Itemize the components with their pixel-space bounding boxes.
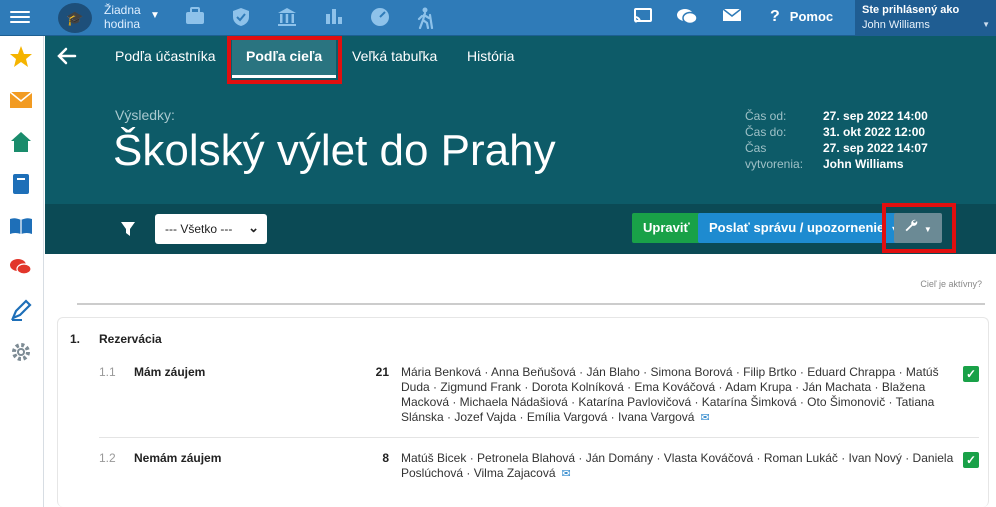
- meta-value: 31. okt 2022 12:00: [823, 125, 926, 139]
- option-count: 21: [375, 365, 389, 379]
- checkbox-checked[interactable]: ✓: [963, 366, 979, 382]
- chevron-down-icon[interactable]: ▼: [150, 10, 160, 21]
- option-label: Mám záujem: [134, 365, 206, 379]
- shield-icon[interactable]: [230, 7, 252, 29]
- content-area: Cieľ je aktívny? 1. Rezervácia 1.1 Mám z…: [45, 254, 996, 507]
- chat-icon[interactable]: [676, 7, 698, 29]
- gear-icon[interactable]: [9, 340, 33, 364]
- home-icon[interactable]: [9, 130, 33, 154]
- results-header: Podľa účastníka Podľa cieľa Veľká tabuľk…: [45, 36, 996, 204]
- participant-names: Matúš Bicek · Petronela Blahová · Ján Do…: [401, 451, 956, 482]
- filter-select[interactable]: --- Všetko --- ⌄: [155, 214, 267, 244]
- discussion-icon[interactable]: [9, 256, 33, 280]
- help-icon: ?: [770, 8, 780, 25]
- send-message-button[interactable]: Poslať správu / upozornenie▼: [698, 213, 911, 243]
- mail-icon[interactable]: ✉: [700, 412, 709, 424]
- section-title: Rezervácia: [99, 332, 162, 346]
- filter-bar: --- Všetko --- ⌄ Upraviť Poslať správu /…: [45, 203, 996, 254]
- lesson-selector[interactable]: Žiadna hodina: [104, 3, 146, 31]
- envelope-icon[interactable]: [9, 88, 33, 112]
- option-count: 8: [382, 451, 389, 465]
- option-label: Nemám záujem: [134, 451, 222, 465]
- mail-icon[interactable]: ✉: [562, 468, 571, 480]
- user-menu[interactable]: Ste prihlásený ako John Williams ▼: [855, 0, 996, 36]
- meta-value: John Williams: [823, 157, 904, 171]
- divider: [77, 303, 985, 305]
- edit-button[interactable]: Upraviť: [632, 213, 701, 243]
- graduation-cap-icon[interactable]: 🎓: [58, 3, 92, 33]
- chevron-down-icon: ⌄: [248, 220, 259, 235]
- briefcase-icon[interactable]: [184, 7, 206, 29]
- send-message-label: Poslať správu / upozornenie: [709, 220, 885, 235]
- meta-key: [745, 156, 823, 172]
- section-card: 1. Rezervácia 1.1 Mám záujem 21 Mária Be…: [57, 317, 989, 507]
- star-icon[interactable]: [9, 45, 33, 69]
- option-row: 1.2 Nemám záujem 8 Matúš Bicek · Petrone…: [99, 451, 979, 485]
- cast-icon[interactable]: [632, 7, 654, 29]
- hiking-icon[interactable]: [414, 7, 436, 30]
- section-number: 1.: [70, 332, 81, 346]
- checkbox-checked[interactable]: ✓: [963, 452, 979, 468]
- sidebar: [0, 36, 44, 507]
- mail-icon[interactable]: [721, 7, 743, 29]
- pen-icon[interactable]: [9, 298, 33, 322]
- highlight-box: [882, 203, 956, 253]
- help-button[interactable]: ? Pomoc: [770, 8, 833, 26]
- option-row: 1.1 Mám záujem 21 Mária Benková · Anna B…: [99, 365, 979, 425]
- notebook-icon[interactable]: [9, 172, 33, 196]
- user-name: John Williams: [862, 19, 930, 31]
- menu-icon[interactable]: [10, 8, 30, 26]
- meta-key: Čas do:: [745, 125, 787, 139]
- top-bar: 🎓 Žiadna hodina ▼ ? Pomoc Ste prihlásený …: [0, 0, 996, 36]
- filter-icon[interactable]: [120, 221, 136, 242]
- help-label: Pomoc: [789, 9, 834, 24]
- results-label: Výsledky:: [115, 107, 175, 123]
- divider: [99, 437, 979, 438]
- gauge-icon[interactable]: [369, 7, 391, 29]
- meta-info: Čas od: 27. sep 2022 14:00 Čas do: 31. okt…: [745, 108, 928, 172]
- names-text: Matúš Bicek · Petronela Blahová · Ján Do…: [401, 451, 954, 480]
- chevron-down-icon: ▼: [982, 20, 990, 29]
- back-arrow-icon[interactable]: [57, 47, 77, 71]
- tab-by-participant[interactable]: Podľa účastníka: [101, 36, 230, 78]
- meta-key: Čas od:: [745, 109, 787, 123]
- logged-label: Ste prihlásený ako: [862, 4, 960, 16]
- highlight-box: [227, 36, 342, 84]
- active-question: Cieľ je aktívny?: [920, 279, 982, 289]
- bar-chart-icon[interactable]: [323, 7, 345, 29]
- meta-value: 27. sep 2022 14:00: [823, 109, 928, 123]
- filter-select-value: --- Všetko ---: [165, 222, 233, 236]
- tab-history[interactable]: História: [453, 36, 528, 78]
- page-title: Školský výlet do Prahy: [113, 126, 556, 175]
- book-open-icon[interactable]: [9, 214, 33, 238]
- tab-big-table[interactable]: Veľká tabuľka: [338, 36, 451, 78]
- bank-icon[interactable]: [276, 7, 298, 29]
- participant-names: Mária Benková · Anna Beňušová · Ján Blah…: [401, 365, 956, 426]
- names-text: Mária Benková · Anna Beňušová · Ján Blah…: [401, 365, 939, 424]
- option-number: 1.1: [99, 365, 116, 379]
- option-number: 1.2: [99, 451, 116, 465]
